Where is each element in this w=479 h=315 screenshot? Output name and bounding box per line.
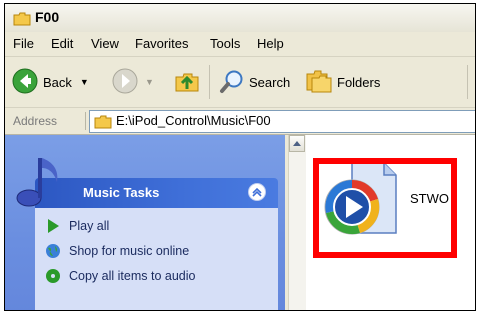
task-pane: Music Tasks Play all Shop for music onli… bbox=[5, 135, 285, 310]
folders-label: Folders bbox=[337, 74, 381, 90]
search-icon bbox=[219, 68, 245, 97]
folder-icon bbox=[13, 11, 31, 30]
scroll-up-button[interactable] bbox=[289, 135, 305, 152]
globe-icon bbox=[45, 243, 61, 259]
music-tasks-panel: Music Tasks Play all Shop for music onli… bbox=[16, 158, 278, 310]
back-label: Back bbox=[43, 74, 72, 90]
folder-icon bbox=[94, 114, 112, 133]
forward-button[interactable]: ▼ bbox=[111, 67, 154, 97]
window-title: F00 bbox=[35, 9, 60, 25]
address-path: E:\iPod_Control\Music\F00 bbox=[116, 113, 271, 128]
menu-bar: File Edit View Favorites Tools Help bbox=[5, 32, 475, 57]
title-bar[interactable]: F00 bbox=[5, 4, 475, 33]
play-icon bbox=[45, 218, 61, 234]
back-arrow-icon bbox=[11, 67, 39, 98]
vertical-scrollbar[interactable] bbox=[288, 135, 306, 310]
address-field[interactable]: E:\iPod_Control\Music\F00 bbox=[89, 110, 475, 133]
music-tasks-body: Play all Shop for music online Copy all … bbox=[35, 208, 278, 310]
up-folder-icon bbox=[173, 67, 201, 98]
task-label: Shop for music online bbox=[69, 244, 190, 258]
collapse-icon[interactable] bbox=[248, 183, 266, 201]
toolbar-divider bbox=[209, 65, 210, 99]
explorer-window: F00 File Edit View Favorites Tools Help … bbox=[4, 3, 476, 311]
menu-tools[interactable]: Tools bbox=[210, 36, 240, 51]
task-label: Copy all items to audio bbox=[69, 269, 196, 283]
menu-view[interactable]: View bbox=[91, 36, 119, 51]
menu-favorites[interactable]: Favorites bbox=[135, 36, 188, 51]
music-tasks-header[interactable]: Music Tasks bbox=[35, 178, 278, 208]
task-label: Play all bbox=[69, 219, 110, 233]
search-label: Search bbox=[249, 74, 291, 90]
highlight-box bbox=[313, 158, 457, 258]
forward-arrow-icon bbox=[111, 67, 139, 98]
folders-icon bbox=[305, 68, 333, 97]
up-folder-button[interactable] bbox=[173, 67, 201, 97]
task-shop-music[interactable]: Shop for music online bbox=[45, 241, 189, 261]
address-divider bbox=[85, 112, 86, 130]
toolbar: Back ▼ ▼ Search Folders bbox=[5, 57, 475, 108]
menu-help[interactable]: Help bbox=[257, 36, 284, 51]
menu-edit[interactable]: Edit bbox=[51, 36, 73, 51]
chevron-down-icon[interactable]: ▼ bbox=[145, 77, 154, 87]
address-label: Address bbox=[13, 114, 58, 128]
menu-file[interactable]: File bbox=[13, 36, 34, 51]
search-button[interactable]: Search bbox=[219, 67, 290, 97]
folders-button[interactable]: Folders bbox=[305, 67, 380, 97]
back-button[interactable]: Back ▼ bbox=[11, 67, 89, 97]
task-play-all[interactable]: Play all bbox=[45, 216, 109, 236]
toolbar-divider bbox=[467, 65, 468, 99]
chevron-down-icon[interactable]: ▼ bbox=[80, 77, 89, 87]
music-tasks-title: Music Tasks bbox=[83, 185, 160, 200]
cd-copy-icon bbox=[45, 268, 61, 284]
music-note-icon bbox=[13, 152, 63, 214]
address-bar: Address E:\iPod_Control\Music\F00 bbox=[5, 108, 475, 135]
task-copy-audio[interactable]: Copy all items to audio bbox=[45, 266, 195, 286]
